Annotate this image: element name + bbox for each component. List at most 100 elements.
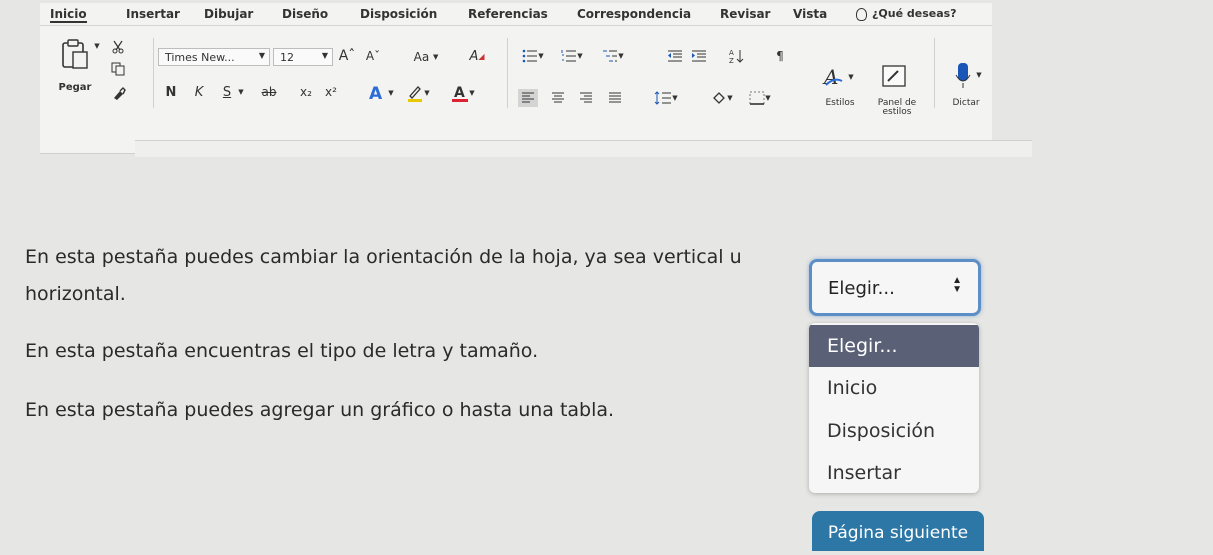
question-text-1: En esta pestaña puedes cambiar la orient… [25, 246, 742, 268]
justify-icon [609, 92, 621, 103]
grow-font-button[interactable]: Aˆ [338, 47, 356, 65]
tab-dibujar[interactable]: Dibujar [204, 7, 253, 21]
tab-vista[interactable]: Vista [793, 7, 827, 21]
font-size-select[interactable]: 12 ▼ [273, 48, 333, 66]
line-spacing-button[interactable]: ▼ [648, 89, 684, 107]
copy-icon [111, 62, 125, 76]
paint-bucket-icon [713, 92, 726, 104]
sort-button[interactable]: AZ [728, 47, 746, 65]
styles-pane-button[interactable] [876, 61, 912, 91]
font-name-select[interactable]: Times New... ▼ [158, 48, 270, 66]
change-case-button[interactable]: Aa ▼ [410, 48, 442, 66]
align-center-button[interactable] [548, 89, 568, 107]
ruler-bar [135, 140, 1032, 157]
group-separator [507, 38, 508, 108]
text-effects-icon: A [369, 84, 383, 102]
subscript-button[interactable]: x₂ [296, 83, 316, 101]
clear-formatting-button[interactable]: A ◢ [468, 47, 486, 65]
multilevel-list-icon [603, 50, 618, 62]
underline-button[interactable]: S [220, 83, 234, 101]
paste-button[interactable] [58, 37, 92, 71]
format-painter-button[interactable] [110, 85, 128, 103]
tab-referencias[interactable]: Referencias [468, 7, 548, 21]
styles-label: Estilos [825, 98, 855, 108]
answer-options-list: Elegir... Inicio Disposición Insertar [809, 323, 979, 493]
indent-icon [692, 50, 706, 62]
paste-dropdown-icon[interactable]: ▼ [93, 41, 101, 51]
increase-indent-button[interactable] [690, 48, 708, 64]
cut-button[interactable] [110, 40, 126, 54]
copy-button[interactable] [110, 61, 126, 77]
answer-select[interactable]: Elegir... ▲ ▼ [809, 259, 981, 316]
chevron-down-icon: ▼ [727, 94, 733, 102]
highlighter-icon [408, 86, 423, 102]
microphone-icon [955, 63, 971, 88]
chevron-down-icon: ▼ [848, 73, 854, 81]
option-inicio[interactable]: Inicio [809, 367, 979, 409]
align-left-button[interactable] [518, 89, 538, 107]
shading-button[interactable]: ▼ [706, 89, 738, 107]
dictate-label: Dictar [952, 98, 980, 108]
bold-button[interactable]: N [164, 83, 178, 101]
tab-correspondencia[interactable]: Correspondencia [577, 7, 691, 21]
highlight-color-button[interactable]: ▼ [403, 83, 433, 103]
tab-insertar[interactable]: Insertar [126, 7, 180, 21]
multilevel-list-button[interactable]: ▼ [596, 48, 630, 64]
chevron-down-icon: ▼ [388, 89, 394, 97]
strikethrough-button[interactable]: ab [258, 83, 280, 101]
svg-text:A: A [729, 49, 734, 57]
chevron-down-icon: ▼ [469, 89, 475, 97]
text-effects-button[interactable]: A ▼ [366, 83, 396, 103]
show-formatting-button[interactable]: ¶ [773, 47, 787, 65]
clipboard-icon [62, 39, 88, 69]
font-size-value: 12 [280, 50, 294, 64]
option-elegir[interactable]: Elegir... [809, 325, 979, 367]
numbering-button[interactable]: ▼ [556, 48, 588, 64]
chevron-down-icon: ▼ [538, 52, 544, 60]
tab-revisar[interactable]: Revisar [720, 7, 770, 21]
borders-icon [749, 91, 765, 105]
option-insertar[interactable]: Insertar [809, 452, 979, 493]
font-color-button[interactable]: A ▼ [446, 83, 480, 103]
help-text: ¿Qué deseas? [872, 7, 957, 20]
shrink-font-button[interactable]: Aˇ [364, 47, 382, 65]
chevron-down-icon: ▼ [765, 94, 771, 102]
tab-diseno[interactable]: Diseño [282, 7, 328, 21]
paintbrush-icon [114, 87, 126, 100]
paste-label: Pegar [58, 82, 92, 93]
styles-gallery-button[interactable]: A ▼ [820, 63, 856, 91]
italic-button[interactable]: K [192, 83, 206, 101]
next-page-button[interactable]: Página siguiente [812, 511, 984, 551]
change-case-label: Aa [413, 50, 430, 64]
font-color-icon: A [452, 85, 469, 102]
chevron-down-icon: ▼ [424, 89, 430, 97]
outdent-icon [668, 50, 682, 62]
borders-button[interactable]: ▼ [742, 89, 778, 107]
group-separator [153, 38, 154, 108]
question-text-2: En esta pestaña encuentras el tipo de le… [25, 340, 539, 362]
superscript-button[interactable]: x² [321, 83, 341, 101]
align-right-button[interactable] [576, 89, 596, 107]
align-left-icon [522, 92, 534, 103]
eraser-icon: ◢ [478, 51, 485, 61]
svg-text:A: A [454, 85, 465, 101]
chevron-down-icon: ▼ [258, 51, 265, 60]
justify-button[interactable] [605, 89, 625, 107]
decrease-indent-button[interactable] [666, 48, 684, 64]
tab-inicio[interactable]: Inicio [50, 7, 87, 23]
dictate-button[interactable]: ▼ [950, 59, 986, 91]
tell-me-box[interactable]: ¿Qué deseas? [856, 7, 957, 21]
answer-select-value: Elegir... [828, 278, 895, 299]
styles-icon: A [822, 65, 843, 89]
updown-arrow-icon: ▲ ▼ [952, 275, 962, 295]
underline-dropdown-icon[interactable]: ▼ [236, 85, 246, 99]
question-text-3: En esta pestaña puedes agregar un gráfic… [25, 399, 615, 421]
svg-text:A: A [369, 84, 383, 102]
bullets-button[interactable]: ▼ [518, 48, 548, 64]
tab-disposicion[interactable]: Disposición [360, 7, 437, 21]
align-center-icon [552, 92, 564, 103]
sort-icon: AZ [729, 49, 744, 64]
option-disposicion[interactable]: Disposición [809, 410, 979, 452]
group-separator [934, 38, 935, 108]
numbered-list-icon [561, 50, 577, 62]
